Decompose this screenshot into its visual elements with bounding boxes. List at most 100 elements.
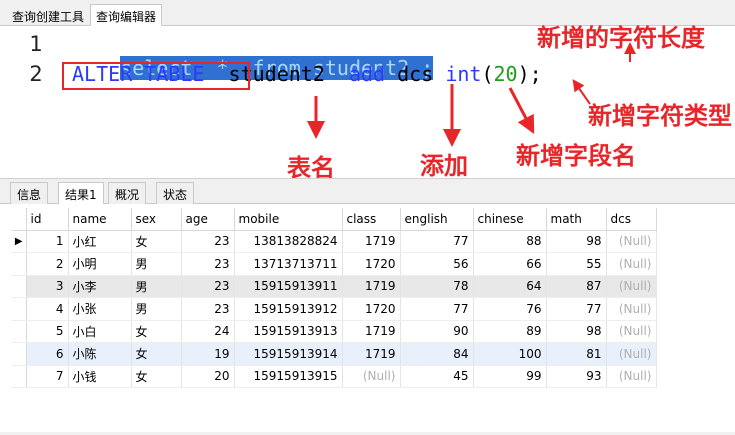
cell-id[interactable]: 3 [26,275,69,298]
table-row[interactable]: 5 小白女 24 15915913913 1719 90 89 98 (Null) [12,320,657,343]
cell-name[interactable]: 小李 [68,275,132,298]
tab-result-1[interactable]: 结果1 [58,182,104,205]
cell-name[interactable]: 小明 [68,252,132,276]
table-row[interactable]: 6 小陈女 19 15915913914 1719 84 100 81 (Null) [12,342,657,366]
cell-english[interactable]: 90 [400,320,474,343]
cell-sex[interactable]: 男 [131,252,182,276]
cell-math[interactable]: 98 [546,230,607,253]
cell-chinese[interactable]: 88 [473,230,547,253]
result-grid[interactable]: id name sex age mobile class english chi… [12,208,657,388]
column-header-math[interactable]: math [546,208,607,231]
cell-chinese[interactable]: 76 [473,297,547,321]
cell-dcs[interactable]: (Null) [606,297,657,321]
table-row[interactable]: 7 小钱女 20 15915913915 (Null) 45 99 93 (Null) [12,365,657,388]
cell-class[interactable]: 1719 [342,342,401,366]
cell-sex[interactable]: 女 [131,320,182,343]
column-header-id[interactable]: id [26,208,69,231]
cell-dcs[interactable]: (Null) [606,365,657,388]
cell-id[interactable]: 4 [26,297,69,321]
tab-info[interactable]: 信息 [10,182,49,205]
column-header-age[interactable]: age [181,208,235,231]
cell-english[interactable]: 77 [400,297,474,321]
column-header-mobile[interactable]: mobile [234,208,343,231]
cell-math[interactable]: 55 [546,252,607,276]
cell-mobile[interactable]: 13713713711 [234,252,343,276]
tab-query-builder[interactable]: 查询创建工具 [6,4,90,26]
cell-id[interactable]: 7 [26,365,69,388]
cell-id[interactable]: 1 [26,230,69,253]
table-row[interactable]: 2 小明男 23 13713713711 1720 56 66 55 (Null) [12,252,657,276]
tab-status[interactable]: 状态 [156,182,195,205]
cell-class[interactable]: (Null) [342,365,401,388]
row-indicator[interactable] [12,320,27,343]
cell-chinese[interactable]: 64 [473,275,547,298]
cell-name[interactable]: 小钱 [68,365,132,388]
cell-dcs[interactable]: (Null) [606,230,657,253]
cell-math[interactable]: 81 [546,342,607,366]
cell-english[interactable]: 84 [400,342,474,366]
cell-sex[interactable]: 男 [131,297,182,321]
cell-math[interactable]: 87 [546,275,607,298]
cell-age[interactable]: 20 [181,365,235,388]
cell-mobile[interactable]: 15915913915 [234,365,343,388]
table-row[interactable]: 3 小李男 23 15915913911 1719 78 64 87 (Null) [12,275,657,298]
row-indicator[interactable] [12,252,27,276]
table-row[interactable]: ▶ 1 小红女 23 13813828824 1719 77 88 98 (Null) [12,230,657,253]
column-header-sex[interactable]: sex [131,208,182,231]
cell-class[interactable]: 1720 [342,252,401,276]
cell-dcs[interactable]: (Null) [606,252,657,276]
cell-mobile[interactable]: 15915913914 [234,342,343,366]
cell-name[interactable]: 小白 [68,320,132,343]
row-indicator[interactable] [12,342,27,366]
cell-math[interactable]: 98 [546,320,607,343]
cell-name[interactable]: 小张 [68,297,132,321]
cell-english[interactable]: 77 [400,230,474,253]
tab-profile[interactable]: 概况 [108,182,147,205]
column-header-dcs[interactable]: dcs [606,208,657,231]
cell-english[interactable]: 45 [400,365,474,388]
cell-mobile[interactable]: 15915913913 [234,320,343,343]
cell-name[interactable]: 小红 [68,230,132,253]
cell-chinese[interactable]: 100 [473,342,547,366]
cell-age[interactable]: 23 [181,230,235,253]
cell-sex[interactable]: 女 [131,342,182,366]
cell-age[interactable]: 23 [181,275,235,298]
cell-age[interactable]: 23 [181,252,235,276]
row-indicator[interactable] [12,297,27,321]
cell-class[interactable]: 1719 [342,275,401,298]
cell-math[interactable]: 93 [546,365,607,388]
cell-chinese[interactable]: 99 [473,365,547,388]
cell-id[interactable]: 6 [26,342,69,366]
cell-mobile[interactable]: 13813828824 [234,230,343,253]
cell-sex[interactable]: 女 [131,230,182,253]
cell-mobile[interactable]: 15915913912 [234,297,343,321]
cell-sex[interactable]: 女 [131,365,182,388]
cell-class[interactable]: 1720 [342,297,401,321]
cell-math[interactable]: 77 [546,297,607,321]
cell-class[interactable]: 1719 [342,230,401,253]
row-indicator[interactable]: ▶ [12,230,27,253]
cell-name[interactable]: 小陈 [68,342,132,366]
cell-sex[interactable]: 男 [131,275,182,298]
tab-query-editor[interactable]: 查询编辑器 [90,4,163,26]
column-header-class[interactable]: class [342,208,401,231]
column-header-name[interactable]: name [68,208,132,231]
cell-age[interactable]: 23 [181,297,235,321]
cell-dcs[interactable]: (Null) [606,342,657,366]
table-row[interactable]: 4 小张男 23 15915913912 1720 77 76 77 (Null) [12,297,657,321]
cell-class[interactable]: 1719 [342,320,401,343]
row-indicator[interactable] [12,365,27,388]
column-header-english[interactable]: english [400,208,474,231]
cell-chinese[interactable]: 89 [473,320,547,343]
row-indicator[interactable] [12,275,27,298]
cell-dcs[interactable]: (Null) [606,275,657,298]
cell-chinese[interactable]: 66 [473,252,547,276]
cell-english[interactable]: 78 [400,275,474,298]
cell-id[interactable]: 5 [26,320,69,343]
cell-dcs[interactable]: (Null) [606,320,657,343]
column-header-chinese[interactable]: chinese [473,208,547,231]
cell-age[interactable]: 19 [181,342,235,366]
cell-english[interactable]: 56 [400,252,474,276]
cell-age[interactable]: 24 [181,320,235,343]
cell-id[interactable]: 2 [26,252,69,276]
